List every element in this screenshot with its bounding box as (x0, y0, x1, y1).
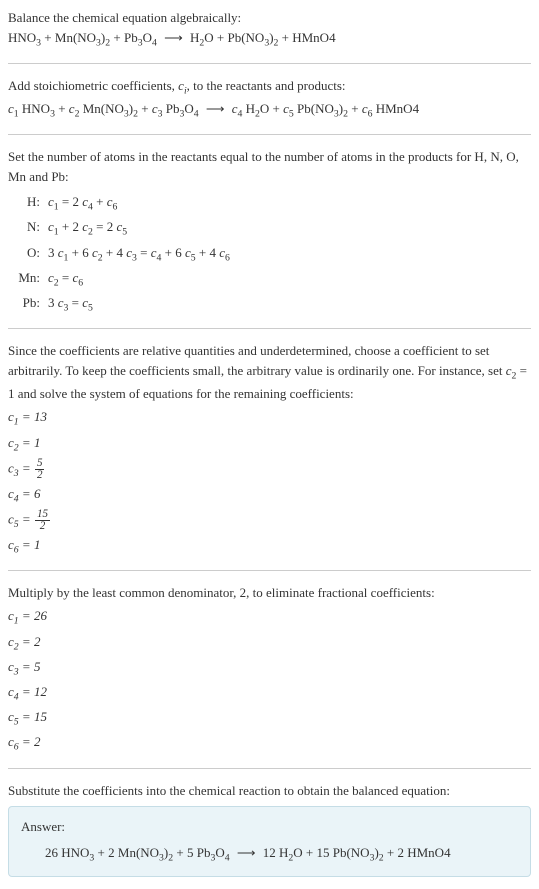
atom-label: Mn: (16, 268, 48, 288)
atom-eq: c2 = c6 (48, 268, 531, 291)
intro-section: Balance the chemical equation algebraica… (8, 8, 531, 51)
fraction: 52 (35, 458, 45, 481)
final-intro: Substitute the coefficients into the che… (8, 781, 531, 801)
solve2-section: Multiply by the least common denominator… (8, 583, 531, 756)
atom-row: O: 3 c1 + 6 c2 + 4 c3 = c4 + 6 c5 + 4 c6 (16, 243, 531, 266)
arrow-icon: ⟶ (202, 101, 229, 116)
divider (8, 570, 531, 571)
atom-row: Mn: c2 = c6 (16, 268, 531, 291)
coef-row: c2 = 2 (8, 632, 531, 655)
arrow-icon: ⟶ (233, 845, 260, 860)
coef-row: c3 = 52 (8, 458, 531, 482)
solve1-section: Since the coefficients are relative quan… (8, 341, 531, 558)
atom-eq: c1 = 2 c4 + c6 (48, 192, 531, 215)
eq-rhs: H2O + Pb(NO3)2 + HMnO4 (190, 30, 336, 45)
final-section: Substitute the coefficients into the che… (8, 781, 531, 877)
divider (8, 328, 531, 329)
divider (8, 768, 531, 769)
atom-label: H: (16, 192, 48, 212)
atom-eq: c1 + 2 c2 = 2 c5 (48, 217, 531, 240)
atom-label: N: (16, 217, 48, 237)
stoich-equation: c1 HNO3 + c2 Mn(NO3)2 + c3 Pb3O4 ⟶ c4 H2… (8, 99, 531, 122)
atom-eq: 3 c3 = c5 (48, 293, 531, 316)
coef-list: c1 = 13 c2 = 1 c3 = 52 c4 = 6 c5 = 152 c… (8, 407, 531, 557)
answer-equation: 26 HNO3 + 2 Mn(NO3)2 + 5 Pb3O4 ⟶ 12 H2O … (21, 843, 518, 866)
ci-var: ci (178, 78, 187, 93)
atom-row: H: c1 = 2 c4 + c6 (16, 192, 531, 215)
atom-label: O: (16, 243, 48, 263)
atom-row: N: c1 + 2 c2 = 2 c5 (16, 217, 531, 240)
eq-lhs: HNO3 + Mn(NO3)2 + Pb3O4 (8, 30, 157, 45)
answer-label: Answer: (21, 817, 518, 837)
eq-lhs: 26 HNO3 + 2 Mn(NO3)2 + 5 Pb3O4 (45, 845, 230, 860)
coef-row: c3 = 5 (8, 657, 531, 680)
coef-row: c4 = 6 (8, 484, 531, 507)
solve2-intro: Multiply by the least common denominator… (8, 583, 531, 603)
eq-rhs: c4 H2O + c5 Pb(NO3)2 + c6 HMnO4 (232, 101, 419, 116)
divider (8, 134, 531, 135)
coef-row: c5 = 152 (8, 509, 531, 533)
intro-equation: HNO3 + Mn(NO3)2 + Pb3O4 ⟶ H2O + Pb(NO3)2… (8, 28, 531, 51)
coef-row: c2 = 1 (8, 433, 531, 456)
fraction: 152 (35, 509, 50, 532)
answer-box: Answer: 26 HNO3 + 2 Mn(NO3)2 + 5 Pb3O4 ⟶… (8, 806, 531, 877)
atoms-section: Set the number of atoms in the reactants… (8, 147, 531, 316)
atoms-intro: Set the number of atoms in the reactants… (8, 147, 531, 186)
eq-rhs: 12 H2O + 15 Pb(NO3)2 + 2 HMnO4 (263, 845, 451, 860)
divider (8, 63, 531, 64)
atoms-table: H: c1 = 2 c4 + c6 N: c1 + 2 c2 = 2 c5 O:… (16, 192, 531, 316)
coef-row: c4 = 12 (8, 682, 531, 705)
atom-row: Pb: 3 c3 = c5 (16, 293, 531, 316)
coef-row: c6 = 1 (8, 535, 531, 558)
intro-text: Balance the chemical equation algebraica… (8, 8, 531, 28)
stoich-section: Add stoichiometric coefficients, ci, to … (8, 76, 531, 122)
coef-row: c6 = 2 (8, 732, 531, 755)
stoich-text: Add stoichiometric coefficients, ci, to … (8, 76, 531, 99)
coef-row: c1 = 26 (8, 606, 531, 629)
solve1-intro: Since the coefficients are relative quan… (8, 341, 531, 403)
eq-lhs: c1 HNO3 + c2 Mn(NO3)2 + c3 Pb3O4 (8, 101, 199, 116)
coef-list: c1 = 26 c2 = 2 c3 = 5 c4 = 12 c5 = 15 c6… (8, 606, 531, 755)
coef-row: c1 = 13 (8, 407, 531, 430)
atom-eq: 3 c1 + 6 c2 + 4 c3 = c4 + 6 c5 + 4 c6 (48, 243, 531, 266)
coef-row: c5 = 15 (8, 707, 531, 730)
arrow-icon: ⟶ (160, 30, 187, 45)
atom-label: Pb: (16, 293, 48, 313)
